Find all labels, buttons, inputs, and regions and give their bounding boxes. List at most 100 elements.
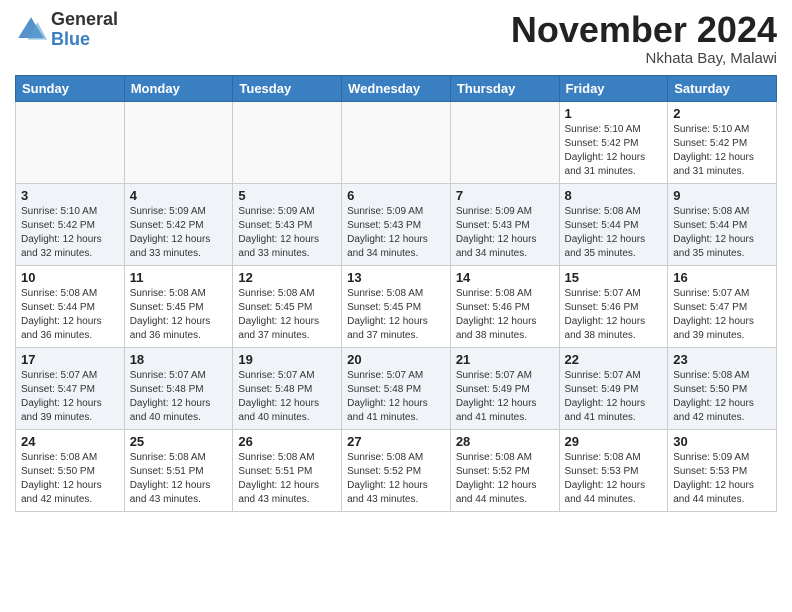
col-thursday: Thursday — [450, 75, 559, 101]
day-number: 10 — [21, 270, 119, 285]
calendar-header-row: Sunday Monday Tuesday Wednesday Thursday… — [16, 75, 777, 101]
calendar-cell-w4-d7: 23 Sunrise: 5:08 AM Sunset: 5:50 PM Dayli… — [668, 347, 777, 429]
calendar-cell-w1-d4 — [342, 101, 451, 183]
calendar-cell-w4-d5: 21Sunrise: 5:07 AM Sunset: 5:49 PM Dayli… — [450, 347, 559, 429]
calendar-week-4: 17 Sunrise: 5:07 AM Sunset: 5:47 PM Dayli… — [16, 347, 777, 429]
calendar-cell-w4-d1: 17 Sunrise: 5:07 AM Sunset: 5:47 PM Dayli… — [16, 347, 125, 429]
day-number: 29 — [565, 434, 663, 449]
day-number: 12 — [238, 270, 336, 285]
day-number: 15 — [565, 270, 663, 285]
day-info: Sunrise: 5:07 AM Sunset: 5:48 PM Dayligh… — [238, 369, 336, 425]
day-info: Sunrise: 5:07 AM Sunset: 5:49 PM Dayligh… — [565, 369, 663, 425]
calendar-cell-w3-d2: 11Sunrise: 5:08 AM Sunset: 5:45 PM Dayli… — [124, 265, 233, 347]
location: Nkhata Bay, Malawi — [511, 50, 777, 67]
day-number: 3 — [21, 188, 119, 203]
col-wednesday: Wednesday — [342, 75, 451, 101]
day-info: Sunrise: 5:09 AM Sunset: 5:53 PM Dayligh… — [673, 451, 771, 507]
day-info: Sunrise: 5:08 AM Sunset: 5:51 PM Dayligh… — [130, 451, 228, 507]
calendar-cell-w1-d2 — [124, 101, 233, 183]
calendar-cell-w5-d5: 28 Sunrise: 5:08 AM Sunset: 5:52 PM Dayli… — [450, 429, 559, 511]
day-number: 13 — [347, 270, 445, 285]
day-info: Sunrise: 5:10 AM Sunset: 5:42 PM Dayligh… — [673, 123, 771, 179]
day-info: Sunrise: 5:08 AM Sunset: 5:44 PM Dayligh… — [673, 205, 771, 261]
col-friday: Friday — [559, 75, 668, 101]
page: General Blue November 2024 Nkhata Bay, M… — [0, 0, 792, 527]
day-number: 5 — [238, 188, 336, 203]
day-number: 4 — [130, 188, 228, 203]
day-number: 2 — [673, 106, 771, 121]
logo-blue-text: Blue — [51, 30, 118, 50]
day-number: 25 — [130, 434, 228, 449]
header: General Blue November 2024 Nkhata Bay, M… — [15, 10, 777, 67]
day-info: Sunrise: 5:08 AM Sunset: 5:50 PM Dayligh… — [21, 451, 119, 507]
day-info: Sunrise: 5:08 AM Sunset: 5:50 PM Dayligh… — [673, 369, 771, 425]
calendar-cell-w3-d4: 13 Sunrise: 5:08 AM Sunset: 5:45 PM Dayli… — [342, 265, 451, 347]
day-number: 14 — [456, 270, 554, 285]
calendar-cell-w1-d1 — [16, 101, 125, 183]
calendar-cell-w3-d5: 14 Sunrise: 5:08 AM Sunset: 5:46 PM Dayli… — [450, 265, 559, 347]
calendar-cell-w5-d1: 24 Sunrise: 5:08 AM Sunset: 5:50 PM Dayli… — [16, 429, 125, 511]
day-number: 16 — [673, 270, 771, 285]
logo-icon — [15, 14, 47, 46]
calendar-cell-w2-d1: 3 Sunrise: 5:10 AM Sunset: 5:42 PM Daylig… — [16, 183, 125, 265]
calendar-table: Sunday Monday Tuesday Wednesday Thursday… — [15, 75, 777, 512]
day-info: Sunrise: 5:08 AM Sunset: 5:45 PM Dayligh… — [347, 287, 445, 343]
day-number: 7 — [456, 188, 554, 203]
calendar-cell-w3-d6: 15 Sunrise: 5:07 AM Sunset: 5:46 PM Dayli… — [559, 265, 668, 347]
day-number: 11 — [130, 270, 228, 285]
calendar-cell-w5-d4: 27Sunrise: 5:08 AM Sunset: 5:52 PM Dayli… — [342, 429, 451, 511]
day-number: 28 — [456, 434, 554, 449]
calendar-cell-w1-d7: 2 Sunrise: 5:10 AM Sunset: 5:42 PM Daylig… — [668, 101, 777, 183]
day-number: 9 — [673, 188, 771, 203]
day-info: Sunrise: 5:07 AM Sunset: 5:47 PM Dayligh… — [673, 287, 771, 343]
day-number: 24 — [21, 434, 119, 449]
day-number: 1 — [565, 106, 663, 121]
calendar-cell-w3-d3: 12 Sunrise: 5:08 AM Sunset: 5:45 PM Dayli… — [233, 265, 342, 347]
calendar-cell-w2-d5: 7 Sunrise: 5:09 AM Sunset: 5:43 PM Daylig… — [450, 183, 559, 265]
calendar-cell-w1-d5 — [450, 101, 559, 183]
calendar-cell-w4-d2: 18 Sunrise: 5:07 AM Sunset: 5:48 PM Dayli… — [124, 347, 233, 429]
day-number: 23 — [673, 352, 771, 367]
day-info: Sunrise: 5:08 AM Sunset: 5:45 PM Dayligh… — [238, 287, 336, 343]
logo-general-text: General — [51, 10, 118, 30]
day-info: Sunrise: 5:07 AM Sunset: 5:47 PM Dayligh… — [21, 369, 119, 425]
calendar-cell-w2-d4: 6Sunrise: 5:09 AM Sunset: 5:43 PM Daylig… — [342, 183, 451, 265]
day-info: Sunrise: 5:08 AM Sunset: 5:44 PM Dayligh… — [21, 287, 119, 343]
calendar-cell-w4-d6: 22 Sunrise: 5:07 AM Sunset: 5:49 PM Dayli… — [559, 347, 668, 429]
day-number: 17 — [21, 352, 119, 367]
day-info: Sunrise: 5:08 AM Sunset: 5:46 PM Dayligh… — [456, 287, 554, 343]
day-number: 26 — [238, 434, 336, 449]
calendar-cell-w1-d6: 1 Sunrise: 5:10 AM Sunset: 5:42 PM Daylig… — [559, 101, 668, 183]
calendar-week-5: 24 Sunrise: 5:08 AM Sunset: 5:50 PM Dayli… — [16, 429, 777, 511]
col-monday: Monday — [124, 75, 233, 101]
day-number: 22 — [565, 352, 663, 367]
day-number: 30 — [673, 434, 771, 449]
logo: General Blue — [15, 10, 118, 50]
day-info: Sunrise: 5:10 AM Sunset: 5:42 PM Dayligh… — [565, 123, 663, 179]
day-info: Sunrise: 5:09 AM Sunset: 5:43 PM Dayligh… — [347, 205, 445, 261]
calendar-cell-w2-d2: 4 Sunrise: 5:09 AM Sunset: 5:42 PM Daylig… — [124, 183, 233, 265]
day-info: Sunrise: 5:07 AM Sunset: 5:46 PM Dayligh… — [565, 287, 663, 343]
day-info: Sunrise: 5:08 AM Sunset: 5:52 PM Dayligh… — [456, 451, 554, 507]
calendar-cell-w1-d3 — [233, 101, 342, 183]
day-info: Sunrise: 5:08 AM Sunset: 5:44 PM Dayligh… — [565, 205, 663, 261]
day-number: 8 — [565, 188, 663, 203]
calendar-cell-w5-d2: 25 Sunrise: 5:08 AM Sunset: 5:51 PM Dayli… — [124, 429, 233, 511]
day-info: Sunrise: 5:09 AM Sunset: 5:42 PM Dayligh… — [130, 205, 228, 261]
day-info: Sunrise: 5:10 AM Sunset: 5:42 PM Dayligh… — [21, 205, 119, 261]
day-info: Sunrise: 5:08 AM Sunset: 5:51 PM Dayligh… — [238, 451, 336, 507]
day-number: 18 — [130, 352, 228, 367]
col-sunday: Sunday — [16, 75, 125, 101]
calendar-cell-w3-d1: 10 Sunrise: 5:08 AM Sunset: 5:44 PM Dayli… — [16, 265, 125, 347]
day-number: 19 — [238, 352, 336, 367]
day-info: Sunrise: 5:07 AM Sunset: 5:49 PM Dayligh… — [456, 369, 554, 425]
day-number: 27 — [347, 434, 445, 449]
calendar-cell-w2-d7: 9 Sunrise: 5:08 AM Sunset: 5:44 PM Daylig… — [668, 183, 777, 265]
day-info: Sunrise: 5:09 AM Sunset: 5:43 PM Dayligh… — [456, 205, 554, 261]
calendar-cell-w4-d4: 20Sunrise: 5:07 AM Sunset: 5:48 PM Dayli… — [342, 347, 451, 429]
calendar-week-3: 10 Sunrise: 5:08 AM Sunset: 5:44 PM Dayli… — [16, 265, 777, 347]
calendar-cell-w2-d3: 5Sunrise: 5:09 AM Sunset: 5:43 PM Daylig… — [233, 183, 342, 265]
day-info: Sunrise: 5:07 AM Sunset: 5:48 PM Dayligh… — [130, 369, 228, 425]
calendar-cell-w2-d6: 8 Sunrise: 5:08 AM Sunset: 5:44 PM Daylig… — [559, 183, 668, 265]
day-number: 20 — [347, 352, 445, 367]
